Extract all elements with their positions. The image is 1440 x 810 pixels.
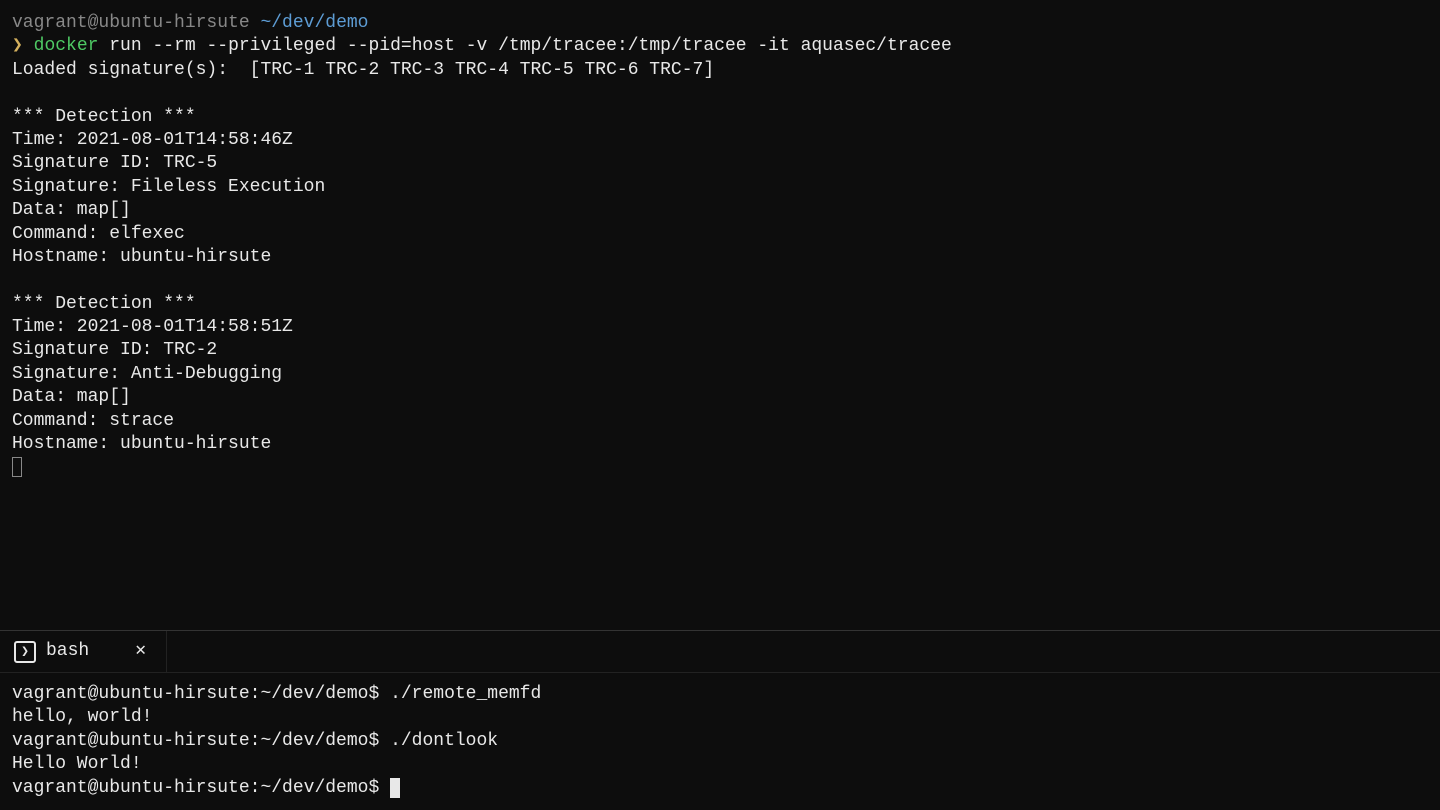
prompt-path: ~/dev/demo xyxy=(260,13,368,33)
bottom-output-2: Hello World! xyxy=(12,753,1428,776)
detection-2-command: Command: strace xyxy=(12,410,1428,433)
detection-1-time: Time: 2021-08-01T14:58:46Z xyxy=(12,129,1428,152)
output-loaded-sigs: Loaded signature(s): [TRC-1 TRC-2 TRC-3 … xyxy=(12,59,1428,82)
blank-line xyxy=(12,82,1428,105)
tab-bar: ❯ bash ✕ xyxy=(0,631,1440,673)
detection-1-sigid: Signature ID: TRC-5 xyxy=(12,152,1428,175)
tab-bash[interactable]: ❯ bash ✕ xyxy=(0,631,167,672)
tab-label: bash xyxy=(46,640,89,663)
bottom-output-1: hello, world! xyxy=(12,706,1428,729)
cursor-line xyxy=(12,456,1428,479)
bottom-cmd-2: ./dontlook xyxy=(390,731,498,751)
prompt-arrow-icon: ❯ xyxy=(12,36,34,56)
bottom-line-3: vagrant@ubuntu-hirsute:~/dev/demo$ xyxy=(12,777,1428,800)
bottom-prompt-3: vagrant@ubuntu-hirsute:~/dev/demo$ xyxy=(12,778,390,798)
cursor-outline-icon xyxy=(12,457,22,477)
bottom-terminal-pane[interactable]: vagrant@ubuntu-hirsute:~/dev/demo$ ./rem… xyxy=(0,673,1440,810)
detection-1-hostname: Hostname: ubuntu-hirsute xyxy=(12,246,1428,269)
terminal-icon: ❯ xyxy=(14,641,36,663)
blank-line xyxy=(12,269,1428,292)
detection-2-data: Data: map[] xyxy=(12,386,1428,409)
detection-header-1: *** Detection *** xyxy=(12,106,1428,129)
bottom-line-2: vagrant@ubuntu-hirsute:~/dev/demo$ ./don… xyxy=(12,730,1428,753)
detection-1-signature: Signature: Fileless Execution xyxy=(12,176,1428,199)
detection-2-sigid: Signature ID: TRC-2 xyxy=(12,339,1428,362)
bottom-prompt-1: vagrant@ubuntu-hirsute:~/dev/demo$ xyxy=(12,684,390,704)
bottom-line-1: vagrant@ubuntu-hirsute:~/dev/demo$ ./rem… xyxy=(12,683,1428,706)
detection-2-hostname: Hostname: ubuntu-hirsute xyxy=(12,433,1428,456)
close-icon[interactable]: ✕ xyxy=(129,640,152,663)
detection-2-time: Time: 2021-08-01T14:58:51Z xyxy=(12,316,1428,339)
cursor-block-icon xyxy=(390,778,400,798)
command-args: run --rm --privileged --pid=host -v /tmp… xyxy=(98,36,951,56)
top-terminal-pane[interactable]: vagrant@ubuntu-hirsute ~/dev/demo ❯ dock… xyxy=(0,0,1440,630)
command-docker: docker xyxy=(34,36,99,56)
prompt-line-1: vagrant@ubuntu-hirsute ~/dev/demo xyxy=(12,12,1428,35)
detection-2-signature: Signature: Anti-Debugging xyxy=(12,363,1428,386)
command-line: ❯ docker run --rm --privileged --pid=hos… xyxy=(12,35,1428,58)
detection-1-data: Data: map[] xyxy=(12,199,1428,222)
bottom-prompt-2: vagrant@ubuntu-hirsute:~/dev/demo$ xyxy=(12,731,390,751)
bottom-cmd-1: ./remote_memfd xyxy=(390,684,541,704)
detection-1-command: Command: elfexec xyxy=(12,223,1428,246)
prompt-user: vagrant@ubuntu-hirsute xyxy=(12,13,260,33)
detection-header-2: *** Detection *** xyxy=(12,293,1428,316)
bottom-pane: ❯ bash ✕ vagrant@ubuntu-hirsute:~/dev/de… xyxy=(0,631,1440,810)
